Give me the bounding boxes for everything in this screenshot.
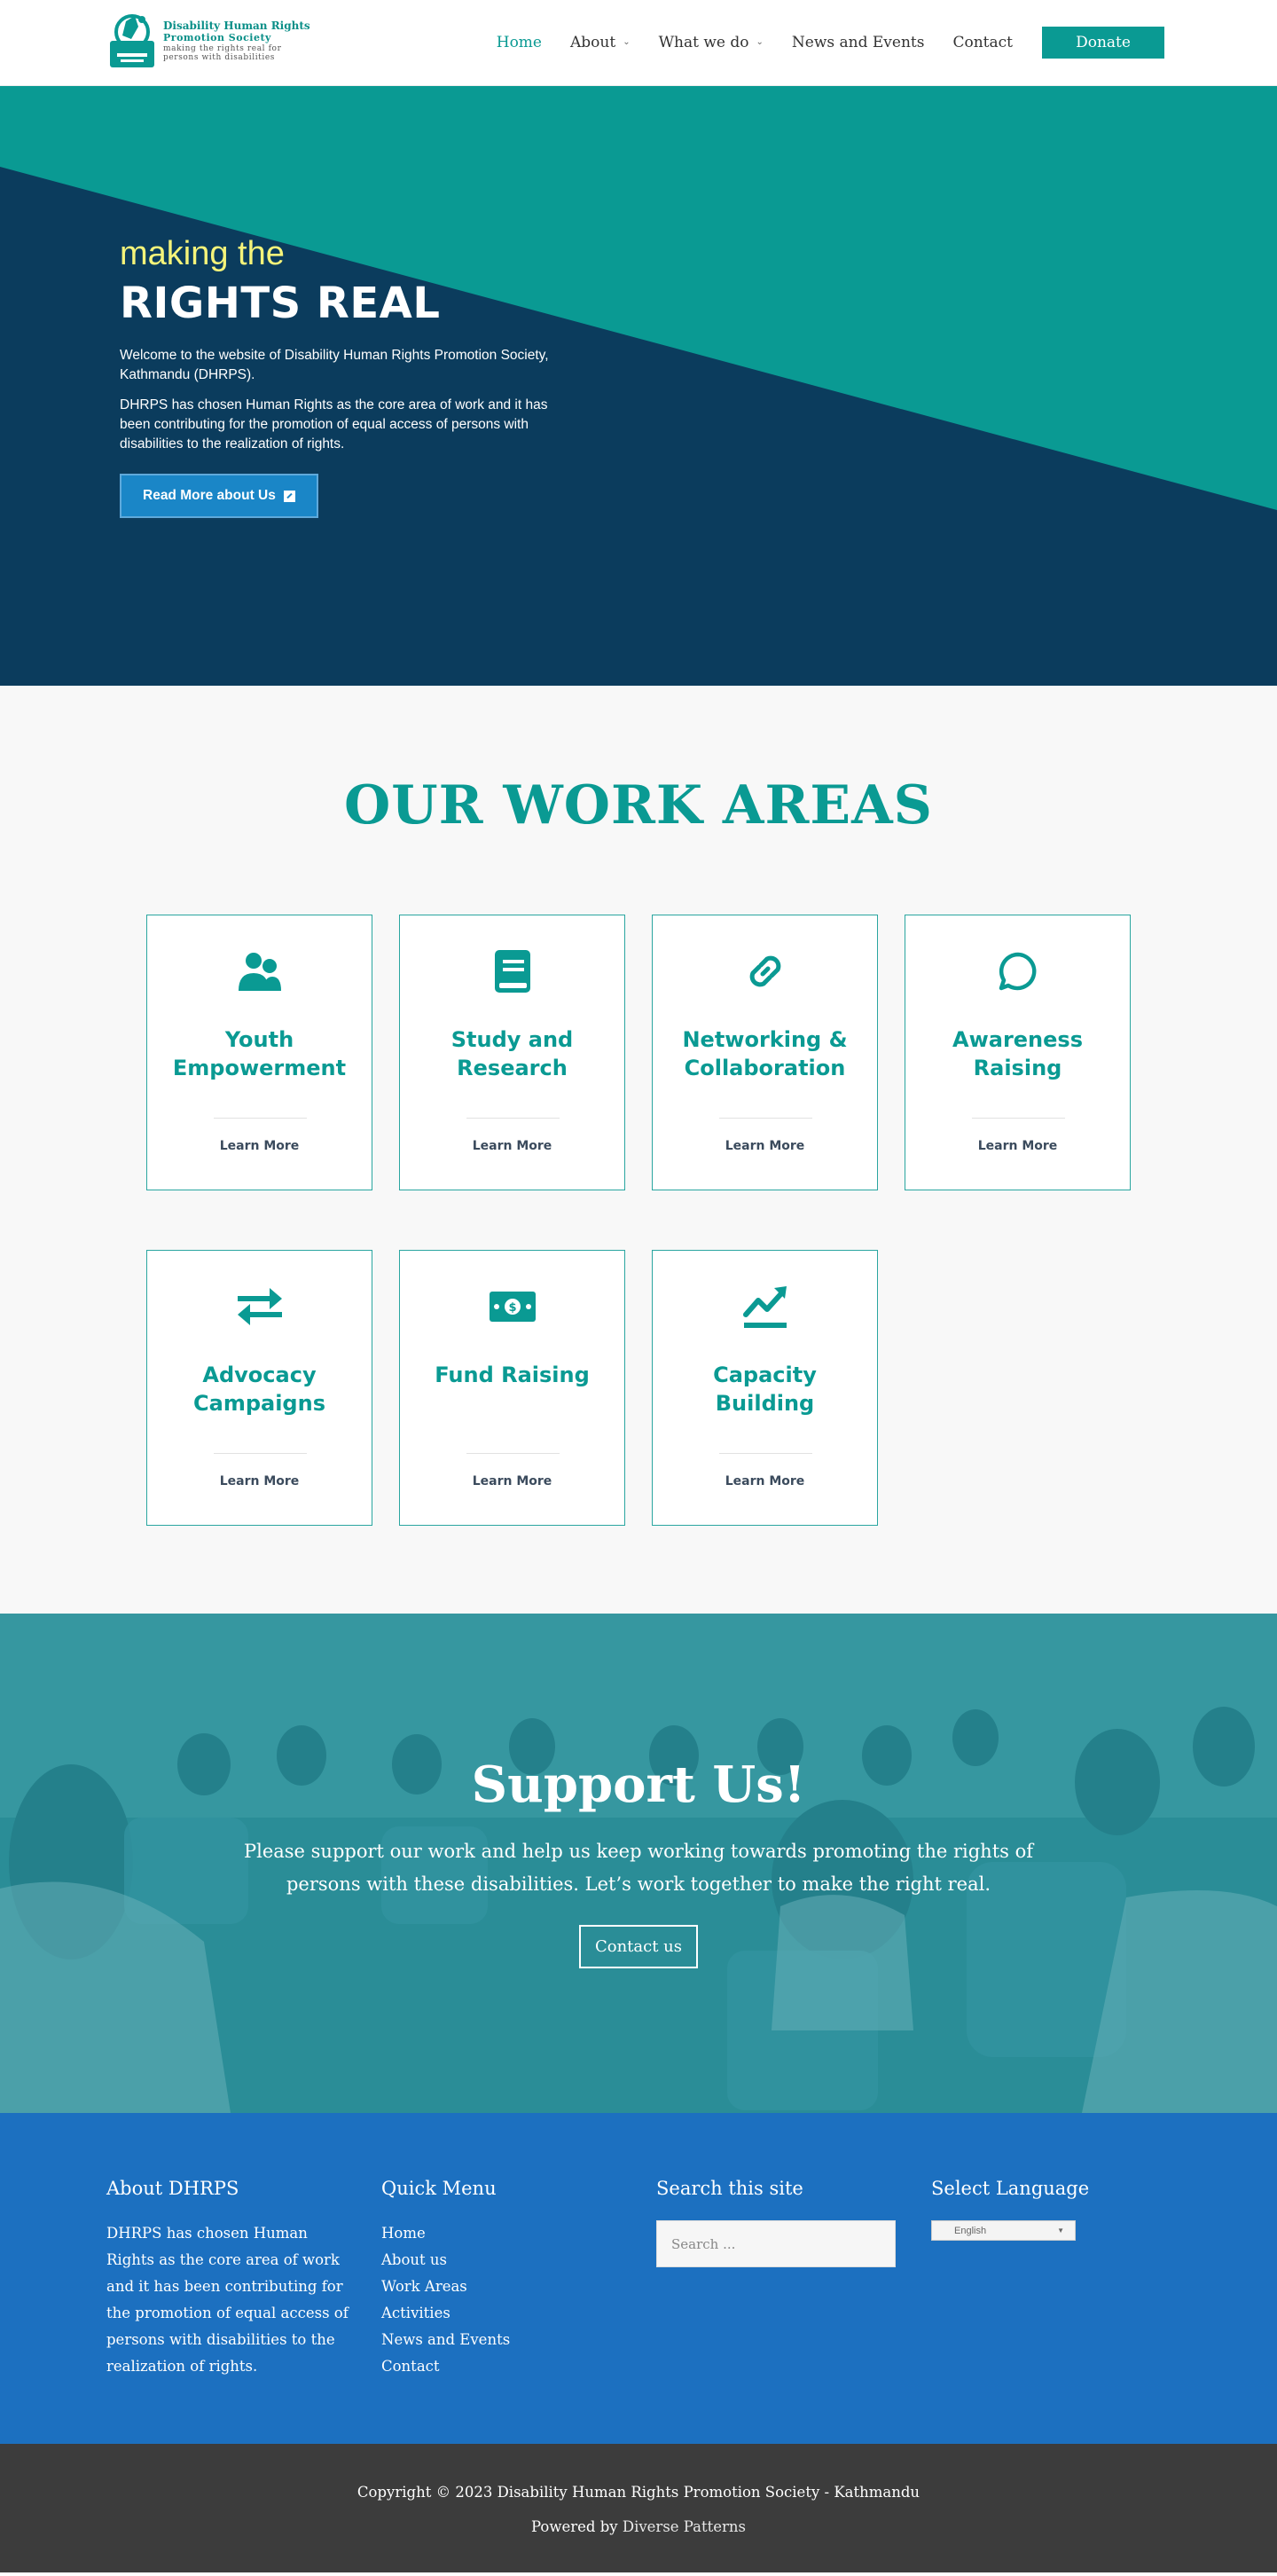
nav-what-we-do[interactable]: What we do ⌄ [659,34,764,51]
nav-about[interactable]: About ⌄ [570,34,631,51]
work-card-title: Advocacy Campaigns [193,1363,325,1416]
copyright-bar: Copyright © 2023 Disability Human Rights… [0,2444,1277,2572]
logo-line-2: Promotion Society [163,32,271,44]
nav-what-we-do-label: What we do [658,34,749,51]
search-input[interactable]: Search ... [656,2220,896,2267]
work-card-study-research[interactable]: Study and Research Learn More [399,915,625,1190]
nav-home[interactable]: Home [497,34,542,51]
chevron-down-icon: ▼ [1057,2227,1064,2234]
footer-about: About DHRPS DHRPS has chosen Human Right… [106,2178,355,2380]
work-card-capacity-building[interactable]: Capacity Building Learn More [652,1250,878,1526]
work-card-fund-raising[interactable]: $ Fund Raising Learn More [399,1250,625,1526]
support-section: Support Us! Please support our work and … [0,1614,1277,2113]
nav-contact[interactable]: Contact [952,34,1013,51]
card-divider [719,1118,812,1119]
footer-search-title: Search this site [656,2178,803,2199]
work-card-awareness-raising[interactable]: Awareness Raising Learn More [905,915,1131,1190]
work-card-advocacy-campaigns[interactable]: Advocacy Campaigns Learn More [146,1250,372,1526]
read-more-label: Read More about Us [143,488,276,503]
card-divider [719,1453,812,1454]
read-more-about-us-button[interactable]: Read More about Us [120,474,318,518]
footer-search: Search this site Search ... [656,2178,896,2267]
work-card-networking-collaboration[interactable]: Networking & Collaboration Learn More [652,915,878,1190]
learn-more-link[interactable]: Learn More [147,1474,372,1488]
footer-language: Select Language English ▼ [931,2178,1089,2241]
support-text: Please support our work and help us keep… [243,1841,1034,1895]
card-divider [466,1453,560,1454]
hero-section: making the RIGHTS REAL Welcome to the we… [0,86,1277,686]
users-icon [147,948,372,994]
support-title: Support Us! [471,1755,806,1814]
logo-line-1: Disability Human Rights [163,20,310,33]
footer-lang-title: Select Language [931,2178,1090,2199]
work-card-title: Capacity Building [713,1363,817,1416]
site-footer: About DHRPS DHRPS has chosen Human Right… [0,2113,1277,2444]
learn-more-link[interactable]: Learn More [400,1474,624,1488]
learn-more-link[interactable]: Learn More [653,1139,877,1153]
work-areas-title: OUR WORK AREAS [344,774,933,836]
footer-link-home[interactable]: Home [381,2225,426,2242]
footer-link-work-areas[interactable]: Work Areas [381,2278,467,2295]
copyright-text: Copyright © 2023 Disability Human Rights… [356,2484,921,2501]
contact-us-button[interactable]: Contact us [578,1925,699,1968]
chevron-down-icon: ⌄ [623,36,631,47]
card-divider [466,1118,560,1119]
powered-by-label: Powered by [530,2518,618,2535]
card-divider [972,1118,1065,1119]
footer-link-contact[interactable]: Contact [381,2358,440,2375]
main-nav: Home About ⌄ What we do ⌄ News and Event… [468,27,1164,59]
book-icon [400,948,624,994]
powered-by: Powered by Diverse Patterns [0,2518,1277,2535]
powered-by-link[interactable]: Diverse Patterns [623,2518,746,2535]
speech-bubble-icon [905,948,1130,994]
footer-about-title: About DHRPS [106,2178,239,2199]
work-areas-section: OUR WORK AREAS Youth Empowerment Learn M… [0,686,1277,1614]
card-divider [214,1453,307,1454]
language-select-value: English [954,2225,987,2236]
nav-about-label: About [570,34,616,51]
nav-news-events[interactable]: News and Events [792,34,925,51]
language-select[interactable]: English ▼ [931,2220,1076,2241]
exchange-arrows-icon [147,1284,372,1330]
site-header: Disability Human Rights Promotion Societ… [0,0,1277,86]
work-card-title: Networking & Collaboration [682,1027,848,1080]
logo-line-3: making the rights real for [163,43,282,53]
work-card-title: Study and Research [450,1027,574,1080]
footer-link-news[interactable]: News and Events [381,2331,510,2348]
link-icon [653,948,877,994]
footer-about-text: DHRPS has chosen Human Rights as the cor… [106,2225,349,2375]
hero-description: DHRPS has chosen Human Rights as the cor… [120,397,548,452]
work-card-title: Youth Empowerment [172,1027,347,1080]
svg-text:$: $ [508,1301,516,1315]
footer-link-activities[interactable]: Activities [381,2305,450,2321]
footer-quick-menu: Quick Menu Home About us Work Areas Acti… [381,2178,510,2380]
hero-title: RIGHTS REAL [120,279,441,328]
learn-more-link[interactable]: Learn More [400,1139,624,1153]
work-card-title: Fund Raising [435,1363,590,1387]
donate-button[interactable]: Donate [1042,27,1164,59]
logo-line-4: persons with disabilities [163,53,276,63]
footer-menu-title: Quick Menu [381,2178,497,2199]
hero-intro: Welcome to the website of Disability Hum… [120,348,549,382]
money-bill-icon: $ [400,1284,624,1330]
learn-more-link[interactable]: Learn More [905,1139,1130,1153]
external-link-icon [283,490,295,502]
learn-more-link[interactable]: Learn More [653,1474,877,1488]
work-card-title: Awareness Raising [952,1027,1083,1080]
footer-link-about[interactable]: About us [381,2251,447,2268]
learn-more-link[interactable]: Learn More [147,1139,372,1153]
logo-emblem-icon [110,14,154,67]
work-card-youth-empowerment[interactable]: Youth Empowerment Learn More [146,915,372,1190]
hero-kicker: making the [120,235,285,272]
site-logo[interactable]: Disability Human Rights Promotion Societ… [108,12,310,71]
card-divider [214,1118,307,1119]
chart-line-icon [653,1284,877,1330]
chevron-down-icon: ⌄ [756,36,764,47]
